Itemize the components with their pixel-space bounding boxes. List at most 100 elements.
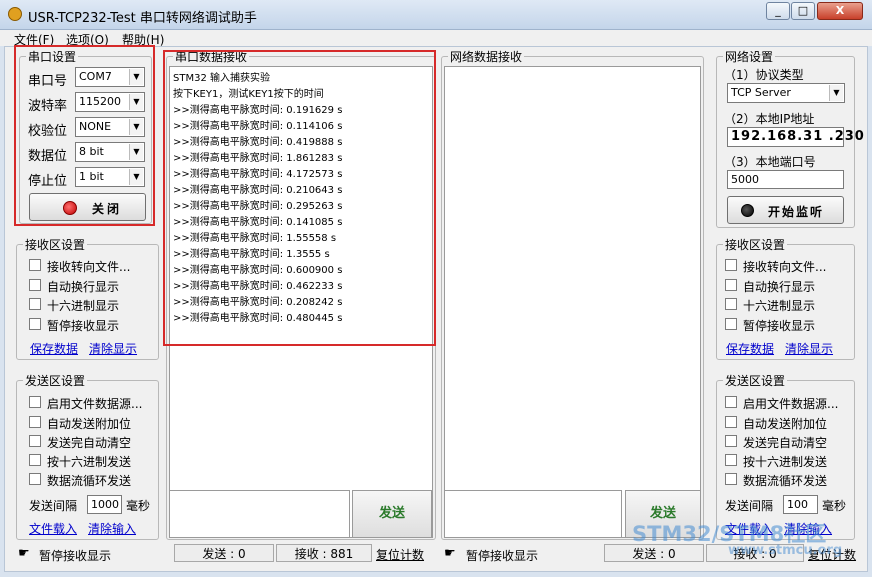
serial-recv-count: 接收 : 881 — [276, 544, 372, 562]
right-pause-display-checkbox[interactable] — [725, 318, 737, 330]
right-hex-display-label: 十六进制显示 — [743, 299, 816, 313]
start-listen-button[interactable]: 开始监听 — [727, 196, 844, 224]
databits-value: 8 bit — [79, 145, 104, 158]
left-file-source-label: 启用文件数据源... — [47, 397, 143, 411]
stopbits-value: 1 bit — [79, 170, 104, 183]
left-loop-send-label: 数据流循环发送 — [47, 474, 132, 488]
right-hex-display-checkbox[interactable] — [725, 298, 737, 310]
chevron-down-icon: ▼ — [829, 85, 843, 101]
right-send-settings-title: 发送区设置 — [723, 372, 788, 389]
network-settings-title: 网络设置 — [723, 48, 776, 65]
left-auto-wrap-label: 自动换行显示 — [47, 280, 120, 294]
left-auto-append-checkbox[interactable] — [29, 416, 41, 428]
serial-receive-highlight — [163, 50, 436, 346]
port-value: COM7 — [79, 70, 112, 83]
baud-label: 波特率 — [28, 99, 68, 114]
right-loop-send-label: 数据流循环发送 — [743, 474, 828, 488]
left-clear-display-link[interactable]: 清除显示 — [89, 340, 137, 357]
chevron-down-icon: ▼ — [129, 69, 143, 85]
right-save-data-link[interactable]: 保存数据 — [726, 340, 774, 357]
chevron-down-icon: ▼ — [129, 119, 143, 135]
parity-label: 校验位 — [28, 124, 68, 139]
left-recv-to-file-label: 接收转向文件... — [47, 260, 131, 274]
parity-select[interactable]: NONE ▼ — [75, 117, 145, 137]
right-recv-to-file-label: 接收转向文件... — [743, 260, 827, 274]
left-receive-settings-title: 接收区设置 — [23, 236, 88, 253]
chevron-down-icon: ▼ — [129, 169, 143, 185]
network-send-input[interactable] — [444, 490, 622, 538]
serial-send-button[interactable]: 发送 — [352, 490, 432, 538]
left-recv-to-file-checkbox[interactable] — [29, 259, 41, 271]
left-file-load-link[interactable]: 文件载入 — [29, 520, 77, 537]
right-auto-append-checkbox[interactable] — [725, 416, 737, 428]
baud-select[interactable]: 115200 ▼ — [75, 92, 145, 112]
left-pause-display-label: 暂停接收显示 — [47, 319, 120, 333]
ip-label: （2）本地IP地址 — [724, 112, 815, 126]
left-hex-send-label: 按十六进制发送 — [47, 455, 132, 469]
serial-send-count: 发送 : 0 — [174, 544, 274, 562]
databits-label: 数据位 — [28, 149, 68, 164]
right-file-source-checkbox[interactable] — [725, 396, 737, 408]
ip-input[interactable]: 192.168.31 .230 — [727, 127, 864, 147]
right-file-source-label: 启用文件数据源... — [743, 397, 839, 411]
left-clear-input-link[interactable]: 清除输入 — [88, 520, 136, 537]
left-pause-receive-status[interactable]: 暂停接收显示 — [39, 547, 111, 564]
parity-value: NONE — [79, 120, 112, 133]
record-icon — [63, 201, 77, 215]
window-title: USR-TCP232-Test 串口转网络调试助手 — [28, 11, 257, 26]
port-number-input[interactable]: 5000 — [727, 170, 844, 189]
stopbits-select[interactable]: 1 bit ▼ — [75, 167, 145, 187]
maximize-button[interactable]: □ — [791, 2, 815, 20]
left-hex-display-checkbox[interactable] — [29, 298, 41, 310]
minimize-button[interactable]: _ — [766, 2, 790, 20]
close-port-button[interactable]: 关闭 — [29, 193, 146, 221]
left-hex-send-checkbox[interactable] — [29, 454, 41, 466]
right-interval-unit: 毫秒 — [822, 499, 847, 513]
serial-settings-title: 串口设置 — [26, 48, 79, 65]
protocol-select[interactable]: TCP Server ▼ — [727, 83, 845, 103]
app-icon — [8, 7, 22, 21]
protocol-label: （1）协议类型 — [724, 68, 804, 82]
left-interval-input[interactable]: 1000 — [87, 495, 122, 514]
network-receive-title: 网络数据接收 — [448, 48, 525, 65]
right-pause-display-label: 暂停接收显示 — [743, 319, 816, 333]
chevron-down-icon: ▼ — [129, 94, 143, 110]
right-auto-clear-checkbox[interactable] — [725, 435, 737, 447]
left-pause-display-checkbox[interactable] — [29, 318, 41, 330]
chevron-down-icon: ▼ — [129, 144, 143, 160]
close-window-button[interactable]: X — [817, 2, 863, 20]
port-select[interactable]: COM7 ▼ — [75, 67, 145, 87]
left-send-settings-title: 发送区设置 — [23, 372, 88, 389]
title-bar: USR-TCP232-Test 串口转网络调试助手 _ □ X — [0, 0, 872, 30]
start-listen-label: 开始监听 — [768, 205, 825, 219]
left-auto-wrap-checkbox[interactable] — [29, 279, 41, 291]
right-hex-send-checkbox[interactable] — [725, 454, 737, 466]
right-pause-receive-status[interactable]: 暂停接收显示 — [466, 547, 538, 564]
watermark-url: www.stmcu.org — [728, 543, 843, 558]
network-receive-textarea[interactable] — [444, 66, 701, 538]
left-auto-append-label: 自动发送附加位 — [47, 417, 132, 431]
serial-reset-count-link[interactable]: 复位计数 — [376, 546, 424, 563]
close-port-label: 关闭 — [92, 202, 123, 216]
left-auto-clear-checkbox[interactable] — [29, 435, 41, 447]
right-recv-to-file-checkbox[interactable] — [725, 259, 737, 271]
left-auto-clear-label: 发送完自动清空 — [47, 436, 132, 450]
serial-send-input[interactable] — [169, 490, 350, 538]
port-label: 串口号 — [28, 74, 68, 89]
hand-pointer-icon: ☛ — [18, 546, 30, 561]
left-loop-send-checkbox[interactable] — [29, 473, 41, 485]
hand-pointer-icon: ☛ — [444, 546, 456, 561]
left-interval-label: 发送间隔 — [29, 499, 78, 513]
right-auto-wrap-checkbox[interactable] — [725, 279, 737, 291]
left-hex-display-label: 十六进制显示 — [47, 299, 120, 313]
menu-bar: 文件(F) 选项(O) 帮助(H) — [0, 30, 872, 47]
left-file-source-checkbox[interactable] — [29, 396, 41, 408]
right-hex-send-label: 按十六进制发送 — [743, 455, 828, 469]
left-save-data-link[interactable]: 保存数据 — [30, 340, 78, 357]
right-interval-input[interactable]: 100 — [783, 495, 818, 514]
databits-select[interactable]: 8 bit ▼ — [75, 142, 145, 162]
right-loop-send-checkbox[interactable] — [725, 473, 737, 485]
left-interval-unit: 毫秒 — [126, 499, 151, 513]
right-clear-display-link[interactable]: 清除显示 — [785, 340, 833, 357]
right-auto-append-label: 自动发送附加位 — [743, 417, 828, 431]
